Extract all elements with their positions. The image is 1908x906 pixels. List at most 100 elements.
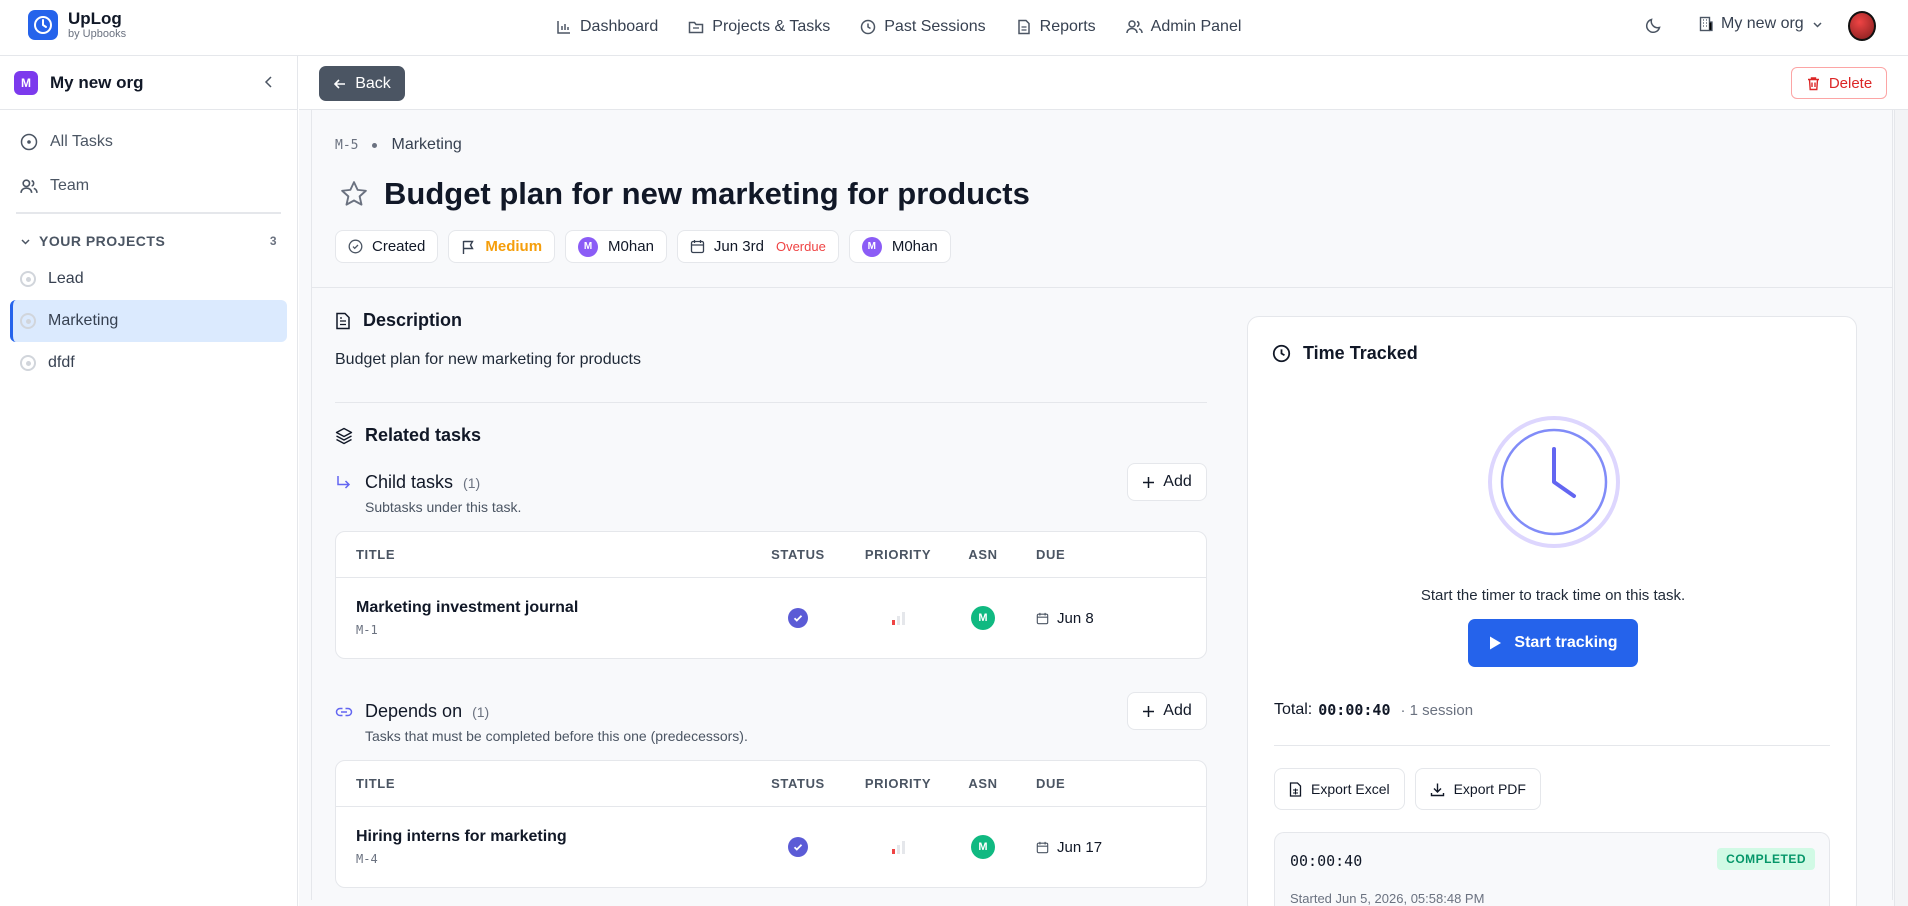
breadcrumb-project[interactable]: Marketing — [391, 136, 461, 154]
child-tasks-desc: Subtasks under this task. — [365, 499, 522, 515]
column-header-due[interactable]: DUE — [1018, 547, 1138, 562]
sidebar-item-label: Team — [50, 177, 90, 194]
column-header-title[interactable]: TITLE — [336, 547, 748, 562]
projects-section-toggle[interactable]: YOUR PROJECTS 3 — [0, 224, 297, 258]
delete-button[interactable]: Delete — [1791, 67, 1887, 99]
nav-past-sessions[interactable]: Past Sessions — [860, 18, 986, 36]
nav-dashboard-label: Dashboard — [580, 18, 659, 35]
assignee-chip[interactable]: M M0han — [565, 230, 667, 263]
session-duration: 00:00:40 — [1290, 852, 1363, 870]
related-tasks-title: Related tasks — [365, 425, 482, 445]
depends-on-title: Depends on — [365, 701, 463, 721]
row-key: M-4 — [356, 852, 378, 866]
table-row[interactable]: Hiring interns for marketing M-4 M Jun 1… — [336, 807, 1206, 887]
priority-low-icon[interactable] — [891, 611, 905, 625]
collapse-sidebar-button[interactable] — [263, 75, 275, 93]
play-icon — [1490, 636, 1502, 650]
sidebar: M My new org All Tasks Team YOUR PROJECT… — [0, 56, 298, 906]
avatar[interactable]: M — [971, 835, 995, 859]
table-header: TITLE STATUS PRIORITY ASN DUE — [336, 532, 1206, 578]
layers-icon — [335, 427, 353, 444]
depends-on-desc: Tasks that must be completed before this… — [365, 728, 748, 744]
row-title[interactable]: Marketing investment journal — [356, 599, 748, 617]
divider — [335, 402, 1207, 403]
add-button-label: Add — [1163, 473, 1192, 490]
document-icon — [336, 312, 350, 329]
priority-low-icon[interactable] — [891, 840, 905, 854]
arrow-left-icon — [334, 78, 346, 89]
sidebar-project-marketing[interactable]: Marketing — [10, 300, 287, 342]
row-due[interactable]: Jun 8 — [1057, 610, 1094, 627]
circle-dot-icon — [20, 133, 38, 151]
child-tasks-count: (1) — [463, 474, 481, 491]
nav-projects-label: Projects & Tasks — [712, 18, 831, 35]
org-switcher-label: My new org — [1721, 15, 1804, 32]
export-pdf-button[interactable]: Export PDF — [1414, 768, 1541, 810]
row-key: M-1 — [356, 623, 378, 637]
column-header-priority[interactable]: PRIORITY — [848, 776, 948, 791]
back-button[interactable]: Back — [319, 66, 405, 101]
sidebar-item-team[interactable]: Team — [0, 164, 297, 208]
sidebar-project-dfdf[interactable]: dfdf — [10, 342, 287, 384]
task-detail: M-5 Marketing Budget plan for new market… — [311, 110, 1893, 906]
column-header-status[interactable]: STATUS — [748, 547, 848, 562]
related-tasks-header: Related tasks — [335, 425, 1207, 446]
scrollbar[interactable] — [1894, 110, 1908, 906]
sidebar-item-all-tasks[interactable]: All Tasks — [0, 120, 297, 164]
timer-hint: Start the timer to track time on this ta… — [1420, 587, 1686, 604]
org-switcher[interactable]: My new org — [1698, 15, 1830, 33]
column-header-status[interactable]: STATUS — [748, 776, 848, 791]
users-icon — [1125, 20, 1143, 34]
chevron-left-icon — [264, 76, 272, 88]
column-header-asn[interactable]: ASN — [948, 547, 1018, 562]
org-name: My new org — [50, 72, 144, 92]
add-dependency-button[interactable]: Add — [1127, 692, 1207, 730]
sidebar-divider — [16, 212, 281, 214]
column-header-priority[interactable]: PRIORITY — [848, 547, 948, 562]
description-header: Description — [335, 310, 1207, 331]
brand[interactable]: UpLog by Upbooks — [28, 10, 126, 40]
nav-admin-label: Admin Panel — [1150, 18, 1242, 35]
user-avatar[interactable] — [1848, 11, 1876, 41]
nav-reports[interactable]: Reports — [1016, 18, 1096, 36]
description-text[interactable]: Budget plan for new marketing for produc… — [335, 351, 1207, 369]
priority-chip[interactable]: Medium — [448, 230, 556, 263]
nav-dashboard[interactable]: Dashboard — [556, 18, 658, 36]
start-tracking-label: Start tracking — [1514, 634, 1618, 651]
column-header-title[interactable]: TITLE — [336, 776, 748, 791]
folder-icon — [689, 21, 704, 34]
task-left-column: Description Budget plan for new marketin… — [335, 310, 1207, 888]
column-header-asn[interactable]: ASN — [948, 776, 1018, 791]
description-title: Description — [363, 310, 463, 330]
status-chip[interactable]: Created — [335, 230, 439, 263]
table-row[interactable]: Marketing investment journal M-1 M Jun 8 — [336, 578, 1206, 658]
nav-past-sessions-label: Past Sessions — [884, 18, 986, 35]
row-due[interactable]: Jun 17 — [1057, 839, 1102, 856]
session-entry[interactable]: 00:00:40 COMPLETED Started Jun 5, 2026, … — [1274, 832, 1830, 906]
project-label: dfdf — [48, 354, 75, 371]
export-excel-button[interactable]: Export Excel — [1274, 768, 1405, 810]
reporter-chip-label: M0han — [891, 238, 938, 255]
flag-icon — [463, 240, 475, 254]
status-done-icon[interactable] — [788, 837, 808, 857]
clock-logo-icon — [28, 10, 58, 40]
brand-name: UpLog — [68, 9, 122, 28]
session-count: · 1 session — [1400, 701, 1474, 719]
row-title[interactable]: Hiring interns for marketing — [356, 828, 748, 846]
column-header-due[interactable]: DUE — [1018, 776, 1138, 791]
status-done-icon[interactable] — [788, 608, 808, 628]
avatar[interactable]: M — [971, 606, 995, 630]
project-dot-icon — [20, 355, 36, 371]
task-toolbar: Back Delete — [299, 56, 1908, 110]
add-button-label: Add — [1163, 702, 1192, 719]
theme-toggle-button[interactable] — [1645, 16, 1663, 38]
reporter-chip[interactable]: M M0han — [848, 230, 951, 263]
start-tracking-button[interactable]: Start tracking — [1468, 619, 1638, 667]
nav-projects-tasks[interactable]: Projects & Tasks — [688, 18, 830, 36]
star-icon[interactable] — [339, 179, 369, 209]
nav-admin-panel[interactable]: Admin Panel — [1125, 18, 1242, 36]
sidebar-project-lead[interactable]: Lead — [10, 258, 287, 300]
add-child-task-button[interactable]: Add — [1127, 463, 1207, 501]
due-date-chip[interactable]: Jun 3rd Overdue — [676, 230, 839, 263]
task-key: M-5 — [335, 137, 359, 153]
